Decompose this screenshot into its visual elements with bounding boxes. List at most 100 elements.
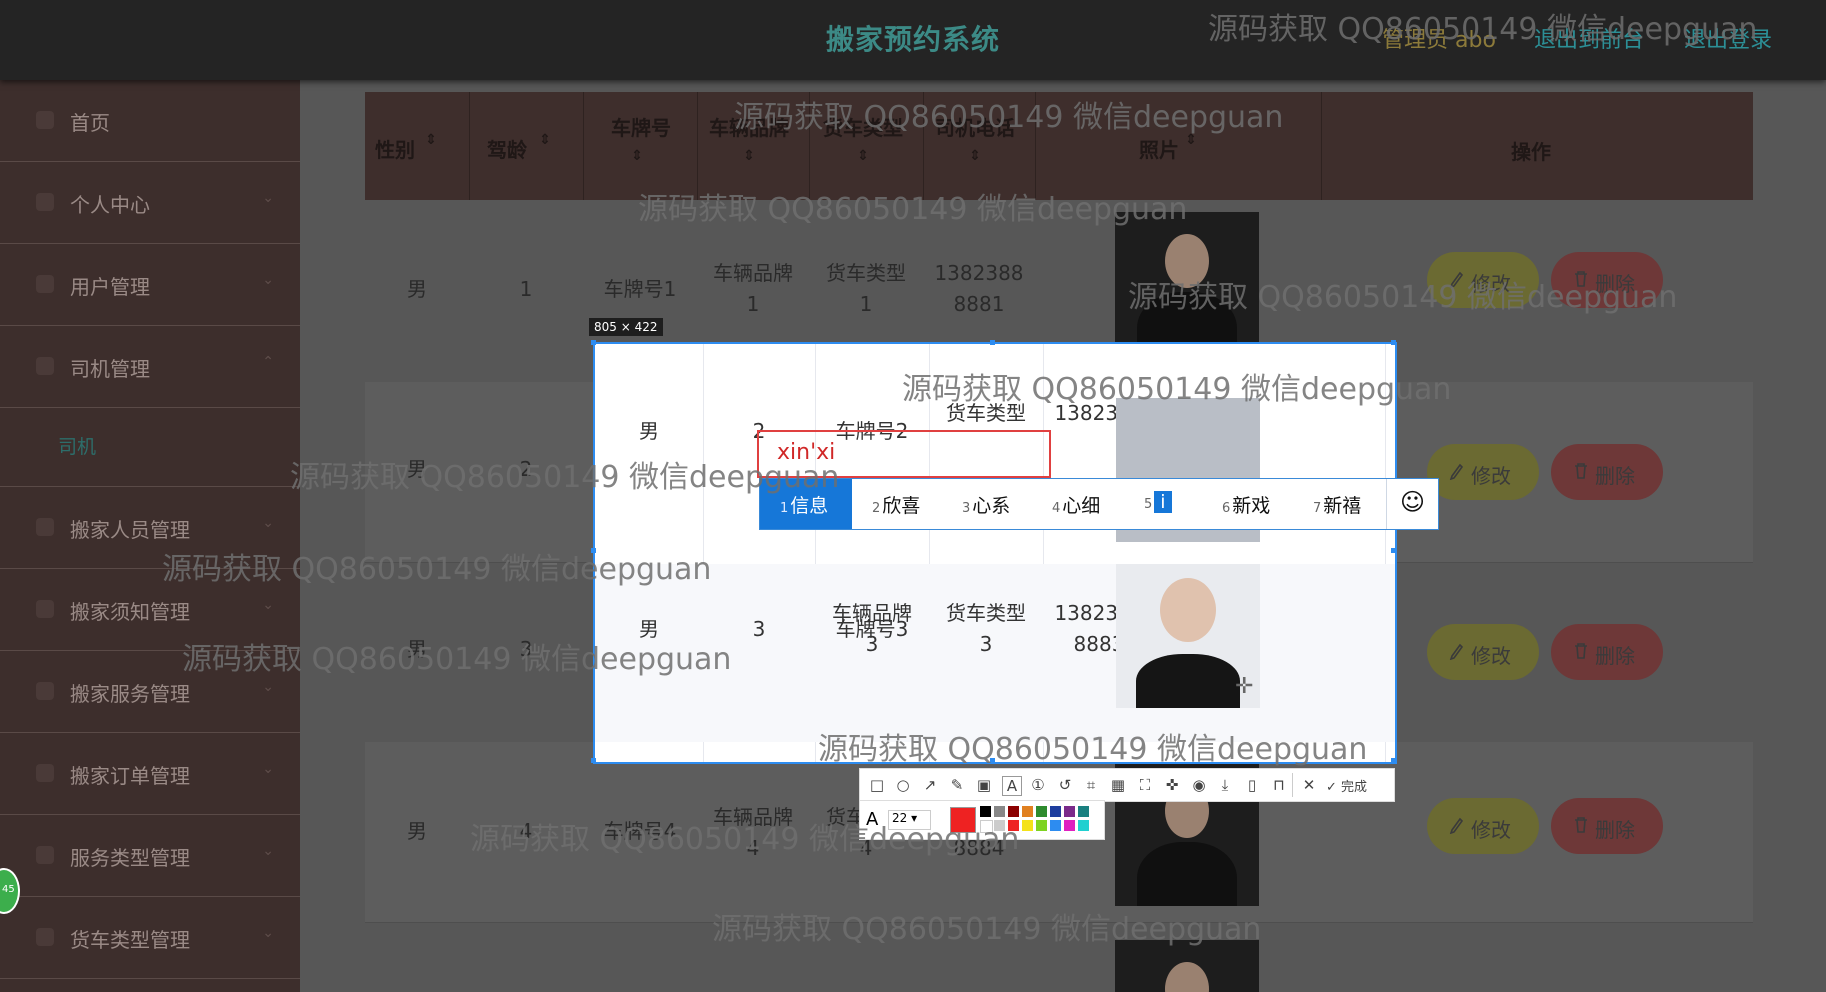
pencil-icon — [1449, 463, 1464, 480]
edit-button[interactable]: 修改 — [1427, 444, 1539, 500]
pen-icon[interactable]: ✎ — [948, 776, 966, 794]
ime-candidate[interactable]: 5i — [1144, 491, 1172, 513]
watermark: 源码获取 QQ86050149 微信deepguan — [162, 552, 712, 587]
car-icon — [36, 357, 54, 375]
sidebar-item-users[interactable]: 用户管理 ⌄ — [0, 244, 300, 326]
sort-icon[interactable]: ⇕ — [857, 148, 869, 164]
ime-candidate[interactable]: 3 心系 — [962, 491, 1010, 518]
cell-line: 3 — [979, 632, 993, 656]
ellipse-icon[interactable]: ○ — [894, 776, 912, 794]
color-swatch[interactable] — [1036, 806, 1047, 817]
cell-truck-type: 货车类型 1 — [809, 258, 923, 320]
chevron-down-icon: ⌄ — [262, 679, 274, 695]
color-swatch[interactable] — [1078, 820, 1089, 831]
undo-icon[interactable]: ↺ — [1056, 776, 1074, 794]
cell-line: 3 — [865, 632, 879, 656]
sidebar-item-label: 司机 — [58, 436, 97, 458]
delete-button[interactable]: 删除 — [1551, 624, 1663, 680]
sidebar-subitem-driver[interactable]: 司机 — [0, 408, 300, 487]
candidate-number: 5 — [1144, 497, 1153, 512]
ocr-icon[interactable]: ▦ — [1109, 776, 1127, 794]
chevron-down-icon: ⌄ — [262, 761, 274, 777]
color-swatch[interactable] — [1022, 806, 1033, 817]
sort-icon[interactable]: ⇕ — [425, 132, 437, 148]
candidate-number: 4 — [1052, 501, 1061, 516]
cell-brand: 车辆品牌 1 — [697, 258, 809, 320]
col-label: 性别 — [375, 138, 415, 162]
chevron-down-icon: ⌄ — [262, 925, 274, 941]
sort-icon[interactable]: ⇕ — [539, 132, 551, 148]
color-swatch[interactable] — [1078, 806, 1089, 817]
candidate-text: 心细 — [1062, 495, 1101, 517]
sort-icon[interactable]: ⇕ — [969, 148, 981, 164]
sidebar-item-service-types[interactable]: 服务类型管理 ⌄ — [0, 815, 300, 897]
ime-candidate[interactable]: 4 心细 — [1052, 491, 1100, 518]
watermark: 源码获取 QQ86050149 微信deepguan — [638, 192, 1188, 227]
col-age[interactable]: 驾龄 ⇕ — [469, 92, 584, 200]
delete-button[interactable]: 删除 — [1551, 444, 1663, 500]
cell-line: 货车类型 — [946, 601, 1026, 625]
photo-body — [1137, 842, 1237, 906]
watermark: 源码获取 QQ86050149 微信deepguan — [902, 372, 1452, 407]
resize-handle[interactable] — [1391, 340, 1396, 345]
bookmark-icon[interactable]: ⊓ — [1270, 776, 1288, 794]
record-icon[interactable]: ◉ — [1190, 776, 1208, 794]
delete-button[interactable]: 删除 — [1551, 798, 1663, 854]
crosshair-icon: ✛ — [1235, 674, 1254, 699]
sidebar-item-drivers[interactable]: 司机管理 ⌃ — [0, 326, 300, 408]
truck-icon — [36, 928, 54, 946]
resize-handle[interactable] — [1391, 758, 1396, 763]
arrow-icon[interactable]: ↗ — [921, 776, 939, 794]
trash-icon — [1575, 817, 1587, 833]
ime-candidate[interactable]: 6 新戏 — [1222, 491, 1270, 518]
sidebar-item-truck-types[interactable]: 货车类型管理 ⌄ — [0, 897, 300, 979]
pencil-icon — [1449, 643, 1464, 660]
col-gender[interactable]: 性别 ⇕ — [365, 92, 470, 200]
download-icon[interactable]: ⤓ — [1216, 776, 1234, 794]
phone-icon[interactable]: ▯ — [1243, 776, 1261, 794]
pin-icon[interactable]: ✜ — [1163, 776, 1181, 794]
ime-candidate[interactable]: 2 欣喜 — [872, 491, 920, 518]
cell-plate: 车牌号1 — [603, 277, 677, 301]
ime-candidate[interactable]: 7 新禧 — [1313, 491, 1361, 518]
edit-label: 修改 — [1471, 818, 1511, 842]
delete-label: 删除 — [1595, 818, 1635, 842]
scan-icon[interactable]: ⛶ — [1136, 776, 1154, 794]
emoji-icon[interactable]: ☺ — [1400, 488, 1425, 516]
notice-icon — [36, 600, 54, 618]
color-swatch[interactable] — [1064, 806, 1075, 817]
done-button[interactable]: ✓ 完成 — [1326, 776, 1367, 795]
chevron-up-icon: ⌃ — [262, 354, 274, 370]
sidebar-item-personal[interactable]: 个人中心 ⌄ — [0, 162, 300, 244]
sort-icon[interactable]: ⇕ — [743, 148, 755, 164]
badge-number: 45 — [2, 884, 15, 895]
capture-size-badge: 805 × 422 — [589, 318, 663, 336]
crop-icon[interactable]: ⌗ — [1082, 776, 1100, 794]
candidate-number: 6 — [1222, 501, 1231, 516]
resize-handle[interactable] — [591, 340, 596, 345]
color-swatch[interactable] — [1022, 820, 1033, 831]
close-icon[interactable]: ✕ — [1300, 776, 1318, 794]
sidebar-item-home[interactable]: 首页 — [0, 80, 300, 162]
sort-icon[interactable]: ⇕ — [631, 148, 643, 164]
sidebar-item-label: 搬家须知管理 — [70, 600, 190, 624]
color-swatch[interactable] — [1036, 820, 1047, 831]
color-swatch[interactable] — [1050, 806, 1061, 817]
number-marker-icon[interactable]: ① — [1029, 776, 1047, 794]
mosaic-icon[interactable]: ▣ — [975, 776, 993, 794]
sidebar-item-orders[interactable]: 搬家订单管理 ⌄ — [0, 733, 300, 815]
text-tool-icon[interactable]: A — [1002, 776, 1022, 796]
resize-handle[interactable] — [1391, 548, 1396, 553]
resize-handle[interactable] — [591, 758, 596, 763]
color-swatch[interactable] — [1064, 820, 1075, 831]
color-swatch[interactable] — [1050, 820, 1061, 831]
candidate-number: 7 — [1313, 501, 1322, 516]
ime-candidate-bar: 1 信息 2 欣喜 3 心系 4 心细 5i 6 新戏 7 新禧 ☺ — [759, 478, 1439, 530]
candidate-number: 3 — [962, 501, 971, 516]
resize-handle[interactable] — [990, 340, 995, 345]
edit-button[interactable]: 修改 — [1427, 798, 1539, 854]
edit-button[interactable]: 修改 — [1427, 624, 1539, 680]
order-icon — [36, 764, 54, 782]
watermark: 源码获取 QQ86050149 微信deepguan — [1208, 12, 1758, 47]
rectangle-icon[interactable]: □ — [868, 776, 886, 794]
